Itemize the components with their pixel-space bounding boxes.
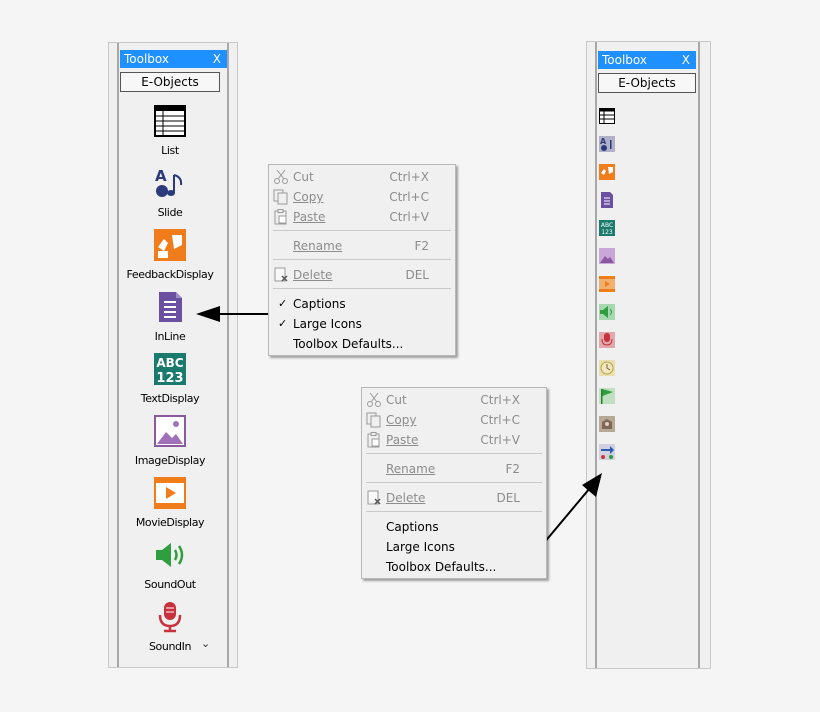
copy-icon — [366, 412, 381, 428]
paste-icon — [367, 432, 380, 448]
menu-item-copy[interactable]: Copy Ctrl+C — [362, 410, 546, 430]
menu-item-toolbox-defaults[interactable]: Toolbox Defaults... — [269, 334, 455, 354]
menu-shortcut: DEL — [496, 491, 520, 505]
menu-label: Rename — [386, 462, 436, 476]
menu-item-delete[interactable]: Delete DEL — [362, 488, 546, 508]
menu-separator — [273, 288, 451, 289]
menu-shortcut: F2 — [505, 462, 520, 476]
menu-shortcut: Ctrl+V — [389, 210, 429, 224]
menu-label: Cut — [293, 170, 314, 184]
menu-shortcut: Ctrl+C — [480, 413, 520, 427]
menu-item-large-icons[interactable]: Large Icons — [362, 537, 546, 557]
menu-item-paste[interactable]: Paste Ctrl+V — [362, 430, 546, 450]
menu-shortcut: Ctrl+C — [389, 190, 429, 204]
menu-item-toolbox-defaults[interactable]: Toolbox Defaults... — [362, 557, 546, 577]
menu-separator — [273, 230, 451, 231]
copy-icon — [273, 189, 288, 205]
menu-shortcut: Ctrl+V — [480, 433, 520, 447]
menu-separator — [366, 511, 542, 512]
menu-label: Captions — [386, 520, 439, 534]
paste-icon — [274, 209, 287, 225]
menu-label: Toolbox Defaults... — [293, 337, 404, 351]
menu-label: Delete — [386, 491, 426, 505]
delete-icon — [274, 267, 288, 282]
menu-separator — [366, 453, 542, 454]
menu-item-captions[interactable]: Captions — [362, 517, 546, 537]
menu-label: Delete — [293, 268, 333, 282]
checkmark-icon: ✓ — [278, 317, 288, 330]
menu-item-delete[interactable]: Delete DEL — [269, 265, 455, 285]
scissors-icon — [367, 392, 381, 407]
scissors-icon — [274, 169, 288, 184]
menu-item-cut[interactable]: Cut Ctrl+X — [269, 167, 455, 187]
arrow-left-head — [196, 306, 220, 322]
menu-label: Large Icons — [293, 317, 362, 331]
menu-label: Copy — [386, 413, 417, 427]
menu-shortcut: Ctrl+X — [480, 393, 520, 407]
menu-item-rename[interactable]: Rename F2 — [362, 459, 546, 479]
menu-separator — [273, 259, 451, 260]
menu-shortcut: Ctrl+X — [389, 170, 429, 184]
menu-item-rename[interactable]: Rename F2 — [269, 236, 455, 256]
menu-label: Cut — [386, 393, 407, 407]
menu-shortcut: F2 — [414, 239, 429, 253]
context-menu-unchecked: Cut Ctrl+X Copy Ctrl+C Paste Ctrl+V Rena… — [361, 387, 547, 579]
menu-shortcut: DEL — [405, 268, 429, 282]
menu-item-copy[interactable]: Copy Ctrl+C — [269, 187, 455, 207]
checkmark-icon: ✓ — [278, 297, 288, 310]
delete-icon — [367, 490, 381, 505]
menu-label: Paste — [293, 210, 326, 224]
menu-separator — [366, 482, 542, 483]
menu-item-large-icons[interactable]: ✓ Large Icons — [269, 314, 455, 334]
menu-item-cut[interactable]: Cut Ctrl+X — [362, 390, 546, 410]
menu-label: Copy — [293, 190, 324, 204]
menu-item-paste[interactable]: Paste Ctrl+V — [269, 207, 455, 227]
menu-label: Toolbox Defaults... — [386, 560, 497, 574]
menu-label: Captions — [293, 297, 346, 311]
arrows-overlay — [196, 306, 602, 551]
menu-label: Rename — [293, 239, 343, 253]
context-menu-checked: Cut Ctrl+X Copy Ctrl+C Paste Ctrl+V Rena… — [268, 164, 456, 356]
menu-item-captions[interactable]: ✓ Captions — [269, 294, 455, 314]
menu-label: Paste — [386, 433, 419, 447]
menu-label: Large Icons — [386, 540, 455, 554]
